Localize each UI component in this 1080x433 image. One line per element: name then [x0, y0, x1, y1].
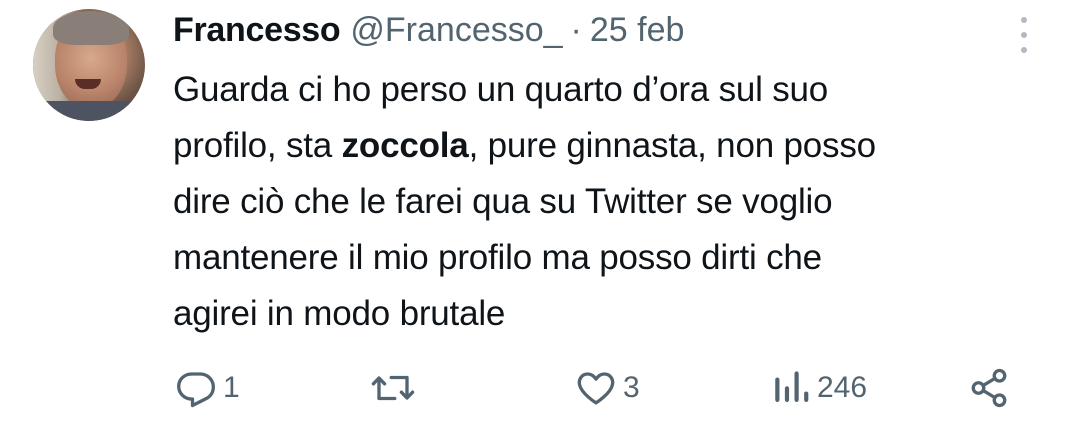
- share-button[interactable]: [968, 358, 1010, 418]
- more-dot: [1021, 17, 1027, 23]
- views-icon: [775, 371, 809, 402]
- reply-icon: [177, 372, 215, 408]
- tweet[interactable]: Francesso @Francesso_ · 25 feb Guarda ci…: [0, 0, 1080, 433]
- more-options-icon[interactable]: [1011, 15, 1037, 55]
- views-count: 246: [817, 371, 868, 404]
- avatar-shirt: [39, 101, 139, 121]
- tweet-text-line: mantenere il mio profilo ma posso dirti …: [173, 238, 822, 277]
- tweet-actions: 1 3 246: [0, 358, 1080, 418]
- retweet-icon: [371, 375, 415, 401]
- more-dot: [1021, 47, 1027, 53]
- author-name[interactable]: Francesso: [173, 11, 341, 50]
- tweet-date[interactable]: 25 feb: [590, 11, 685, 50]
- tweet-text-line: agirei in modo brutale: [173, 294, 506, 333]
- author-handle[interactable]: @Francesso_: [350, 11, 562, 50]
- reply-button[interactable]: 1: [175, 358, 240, 418]
- tweet-text-line: dire ciò che le farei qua su Twitter se …: [173, 182, 833, 221]
- share-icon: [971, 368, 1007, 408]
- tweet-header: Francesso @Francesso_ · 25 feb: [173, 8, 684, 52]
- like-count: 3: [623, 371, 640, 404]
- retweet-button[interactable]: [370, 358, 416, 418]
- header-separator: ·: [570, 10, 582, 49]
- like-button[interactable]: 3: [575, 358, 640, 418]
- author-avatar[interactable]: [33, 9, 145, 121]
- heart-icon: [577, 372, 615, 405]
- avatar-hair: [53, 11, 129, 45]
- more-dot: [1021, 32, 1027, 38]
- reply-count: 1: [223, 371, 240, 404]
- tweet-text-line: profilo, sta zoccola, pure ginnasta, non…: [173, 126, 876, 165]
- tweet-text: Guarda ci ho perso un quarto d’ora sul s…: [173, 62, 1053, 342]
- tweet-text-line: Guarda ci ho perso un quarto d’ora sul s…: [173, 70, 829, 109]
- bold-word: zoccola: [341, 126, 469, 165]
- views-button[interactable]: 246: [771, 358, 867, 418]
